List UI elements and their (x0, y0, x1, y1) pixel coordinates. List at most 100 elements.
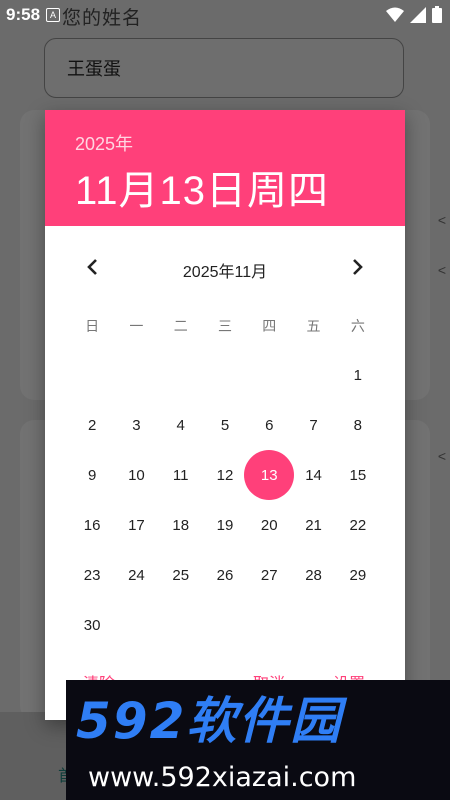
day-number: 28 (305, 566, 322, 584)
signal-icon (410, 6, 426, 23)
day-number: 23 (83, 566, 101, 584)
chevron-left-icon: < (437, 448, 446, 464)
day-number: 21 (305, 516, 322, 534)
name-input[interactable]: 王蛋蛋 (44, 38, 404, 98)
name-field-label: 您的姓名 (62, 8, 143, 29)
day-number: 20 (260, 516, 278, 534)
day-number: 27 (260, 566, 278, 584)
day-cell[interactable]: 23 (70, 550, 114, 600)
day-cell[interactable]: 2 (70, 400, 114, 450)
date-picker-header: 2025年 11月13日周四 (45, 110, 405, 226)
day-cell[interactable]: 6 (247, 400, 291, 450)
day-cell[interactable]: 17 (114, 500, 158, 550)
day-cell[interactable]: 4 (159, 400, 203, 450)
weekday-label: 一 (129, 318, 144, 334)
day-number: 11 (172, 466, 189, 484)
week-row: 1 (70, 350, 380, 400)
weekday-label: 四 (262, 318, 277, 334)
day-cell[interactable]: 30 (70, 600, 114, 650)
watermark-brand: 592软件园 (76, 692, 347, 750)
week-row: 23 24 25 26 27 28 29 (70, 550, 380, 600)
day-cell[interactable]: 25 (159, 550, 203, 600)
month-navigation: 2025年11月 (45, 244, 405, 294)
day-cell[interactable]: 11 (159, 450, 203, 500)
day-number: 16 (83, 516, 101, 534)
day-cell[interactable]: 3 (114, 400, 158, 450)
day-number: 9 (87, 466, 97, 484)
day-cell[interactable]: 1 (336, 350, 380, 400)
day-cell[interactable]: 29 (336, 550, 380, 600)
battery-icon (432, 6, 442, 23)
chevron-left-icon: < (437, 262, 446, 278)
day-number: 3 (132, 416, 141, 434)
day-cell[interactable]: 8 (336, 400, 380, 450)
day-cell[interactable]: 12 (203, 450, 247, 500)
day-number: 1 (353, 366, 362, 384)
chevron-left-icon: < (437, 212, 446, 228)
day-number: 30 (83, 616, 101, 634)
day-cell[interactable]: 22 (336, 500, 380, 550)
day-cell[interactable]: 18 (159, 500, 203, 550)
day-number: 12 (216, 466, 234, 484)
watermark-url: www.592xiazai.com (88, 762, 356, 793)
day-cell[interactable]: 19 (203, 500, 247, 550)
day-cell[interactable]: 20 (247, 500, 291, 550)
day-cell[interactable]: 15 (336, 450, 380, 500)
empty-day-cell (247, 600, 291, 650)
day-cell[interactable]: 21 (291, 500, 335, 550)
day-number: 24 (128, 566, 145, 584)
empty-day-cell (159, 600, 203, 650)
status-time: 9:58 (6, 5, 41, 24)
empty-day-cell (247, 350, 291, 400)
day-number: 22 (349, 516, 367, 534)
weekday-label: 日 (85, 318, 100, 334)
wifi-icon (386, 7, 404, 22)
empty-day-cell (336, 600, 380, 650)
empty-day-cell (203, 600, 247, 650)
day-cell[interactable]: 24 (114, 550, 158, 600)
weekday-label: 六 (350, 318, 365, 334)
status-icons (386, 6, 442, 23)
day-number: 25 (172, 566, 190, 584)
next-month-button[interactable] (343, 252, 373, 282)
calendar-grid: 1 2 3 4 5 6 7 8 9 10 11 12 13 14 15 16 17 18 19 20 21 22 23 24 2… (70, 350, 380, 650)
day-cell[interactable]: 10 (114, 450, 158, 500)
name-input-value: 王蛋蛋 (67, 59, 121, 79)
header-year[interactable]: 2025年 (75, 130, 405, 156)
weekday-header: 日 一 二 三 四 五 六 (70, 316, 380, 336)
day-cell[interactable]: 27 (247, 550, 291, 600)
empty-day-cell (159, 350, 203, 400)
day-number: 10 (128, 466, 145, 484)
empty-day-cell (291, 600, 335, 650)
day-cell[interactable]: 28 (291, 550, 335, 600)
empty-day-cell (114, 350, 158, 400)
empty-day-cell (203, 350, 247, 400)
day-number: 2 (87, 416, 97, 434)
empty-day-cell (70, 350, 114, 400)
empty-day-cell (291, 350, 335, 400)
day-cell[interactable]: 26 (203, 550, 247, 600)
header-date[interactable]: 11月13日周四 (75, 158, 405, 216)
day-number: 17 (128, 516, 145, 534)
weekday-label: 五 (306, 318, 321, 334)
day-cell[interactable]: 7 (291, 400, 335, 450)
day-cell[interactable]: 14 (291, 450, 335, 500)
day-number: 8 (353, 416, 362, 434)
date-picker-dialog: 2025年 11月13日周四 2025年11月 日 一 二 三 四 五 六 12… (45, 110, 405, 720)
day-cell[interactable]: 9 (70, 450, 114, 500)
week-row: 2 3 4 5 6 7 8 (70, 400, 380, 450)
day-number: 13 (260, 466, 278, 484)
day-number: 18 (172, 516, 190, 534)
empty-day-cell (114, 600, 158, 650)
day-number: 19 (216, 516, 234, 534)
day-number: 14 (305, 466, 322, 484)
week-row: 9 10 11 12 13 14 15 (70, 450, 380, 500)
day-cell[interactable]: 5 (203, 400, 247, 450)
day-number: 6 (265, 416, 274, 434)
day-cell[interactable]: 16 (70, 500, 114, 550)
day-number: 29 (349, 566, 367, 584)
week-row: 16 17 18 19 20 21 22 (70, 500, 380, 550)
day-number: 15 (349, 466, 367, 484)
selected-day[interactable]: 13 (244, 450, 295, 500)
watermark-logo: 592软件园 www.592xiazai.com (76, 692, 356, 793)
